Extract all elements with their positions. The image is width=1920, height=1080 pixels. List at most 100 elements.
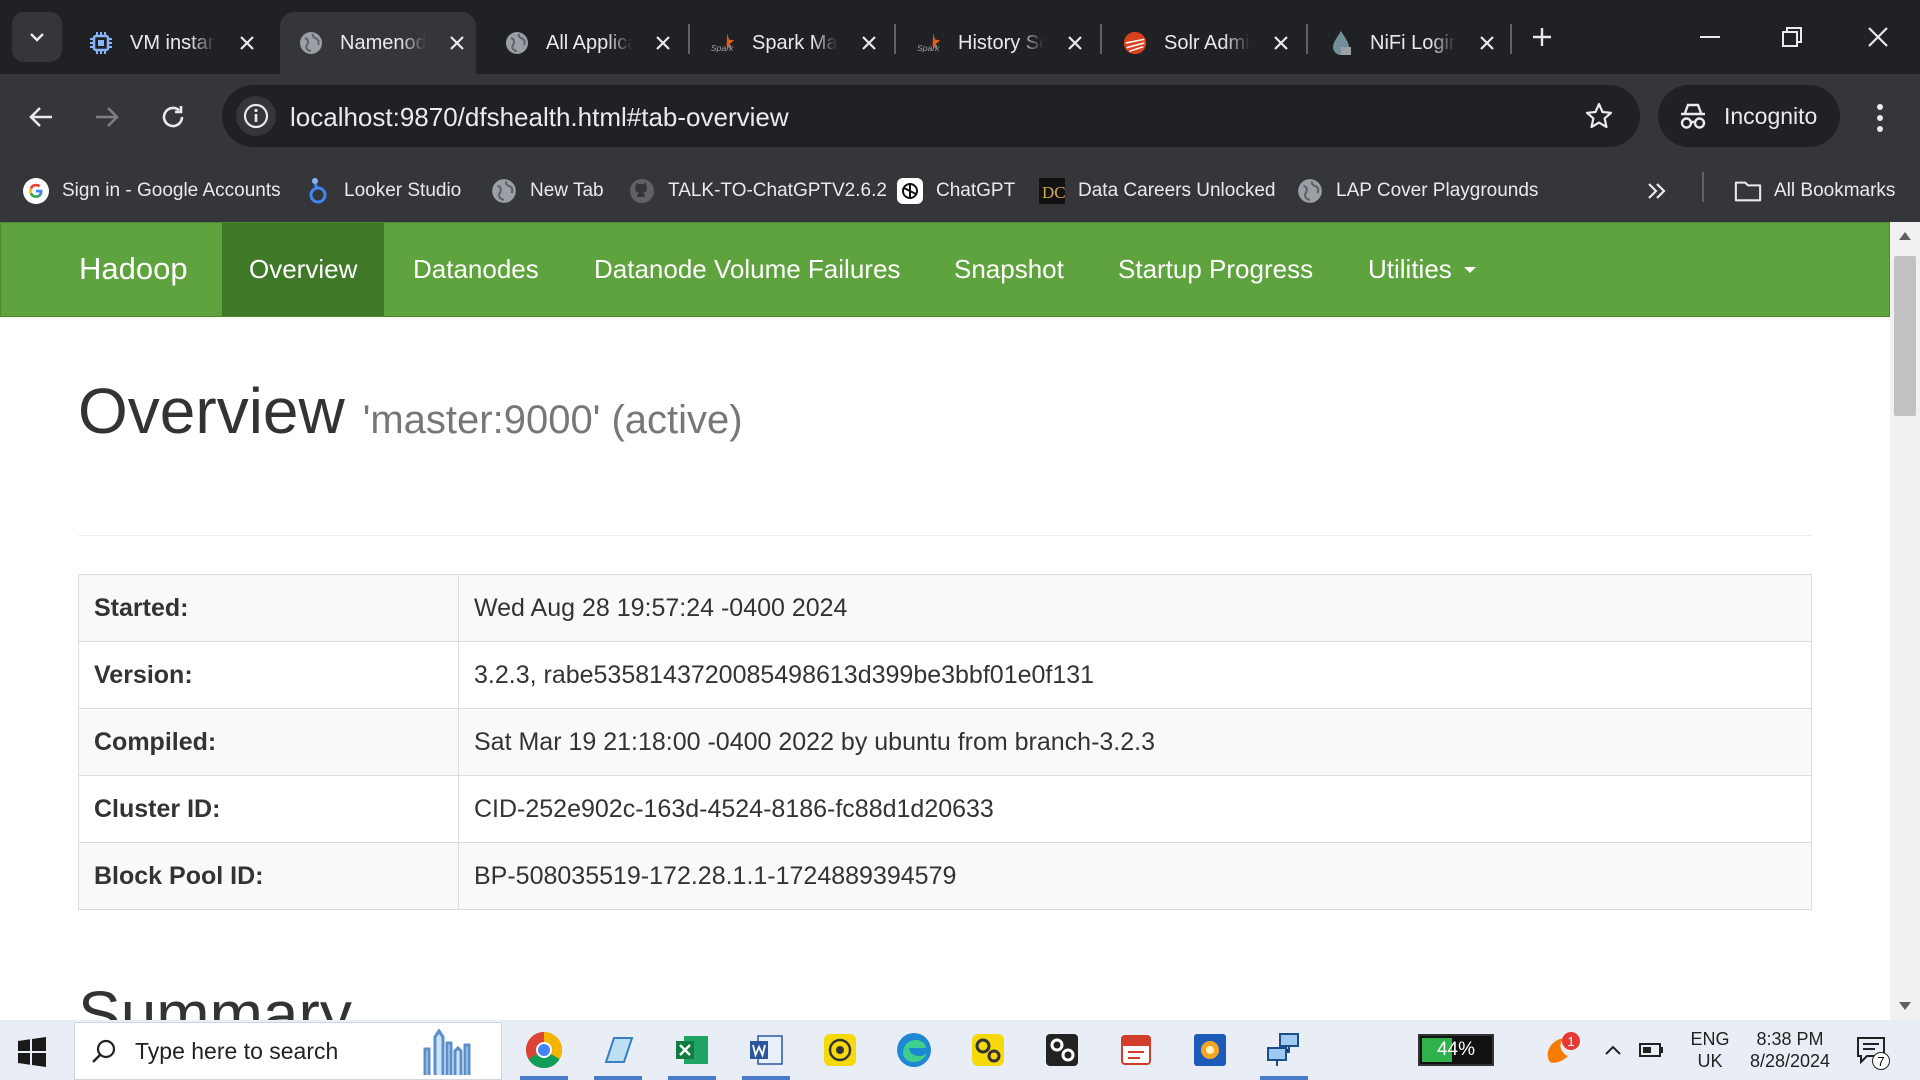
caret-down-icon [1463, 266, 1476, 273]
row-value: BP-508035519-172.28.1.1-1724889394579 [458, 842, 1812, 910]
show-hidden-icons-button[interactable] [1598, 1026, 1628, 1074]
power-status-button[interactable] [1632, 1026, 1672, 1074]
chrome-menu-button[interactable] [1862, 96, 1898, 140]
nav-tab-startup-progress[interactable]: Startup Progress [1091, 223, 1340, 316]
page-title: Overview 'master:9000' (active) [78, 374, 743, 448]
bookmark-item[interactable]: New Tab [490, 174, 604, 208]
incognito-indicator[interactable]: Incognito [1658, 85, 1840, 147]
search-placeholder: Type here to search [135, 1037, 339, 1064]
language-region: UK [1697, 1051, 1723, 1071]
table-row: Block Pool ID: BP-508035519-172.28.1.1-1… [78, 842, 1812, 910]
close-window-button[interactable] [1848, 14, 1908, 60]
looker-icon [304, 177, 332, 205]
bookmark-item[interactable]: TALK-TO-ChatGPTV2.6.2 [628, 174, 887, 208]
bookmark-item[interactable]: LAP Cover Playgrounds [1296, 174, 1538, 208]
language-indicator[interactable]: ENG UK [1684, 1028, 1736, 1072]
cpu-chip-icon [88, 30, 114, 56]
browser-tab[interactable]: Spark Spark Master [692, 12, 888, 74]
page-viewport: Hadoop Overview Datanodes Datanode Volum… [0, 222, 1890, 1020]
close-icon[interactable] [1268, 30, 1294, 56]
incognito-label: Incognito [1724, 102, 1818, 129]
browser-tab[interactable]: Solr Admin [1104, 12, 1300, 74]
browser-tab[interactable]: All Applications [486, 12, 682, 74]
svg-text:Spark: Spark [917, 43, 940, 53]
address-bar[interactable]: localhost:9870/dfshealth.html#tab-overvi… [222, 85, 1640, 147]
bookmark-item[interactable]: Looker Studio [304, 174, 461, 208]
tab-title: Solr Admin [1164, 31, 1250, 54]
start-button[interactable] [14, 1034, 50, 1070]
new-tab-button[interactable] [1514, 14, 1570, 60]
page-scrollbar[interactable] [1890, 222, 1920, 1020]
tab-search-button[interactable] [12, 12, 62, 62]
nav-tab-datanode-volume-failures[interactable]: Datanode Volume Failures [567, 223, 927, 316]
taskbar-app[interactable] [1530, 1026, 1590, 1074]
taskbar-remote-desktop[interactable] [1254, 1026, 1314, 1080]
clock[interactable]: 8:38 PM 8/28/2024 [1740, 1028, 1840, 1072]
action-center-button[interactable]: 7 [1844, 1026, 1900, 1074]
utilities-label: Utilities [1368, 254, 1452, 284]
browser-tab-active[interactable]: Namenode information [280, 12, 476, 74]
browser-tab[interactable]: NiFi Login [1310, 12, 1506, 74]
google-g-icon [22, 177, 50, 205]
settings-gears-icon [1046, 1034, 1078, 1066]
bookmark-item[interactable]: DC Data Careers Unlocked [1038, 174, 1275, 208]
taskbar-app[interactable] [1032, 1026, 1092, 1074]
taskbar-app[interactable] [1180, 1026, 1240, 1074]
tab-separator [1510, 24, 1512, 54]
nav-tab-snapshot[interactable]: Snapshot [927, 223, 1091, 316]
scroll-thumb[interactable] [1894, 256, 1916, 416]
scroll-up-button[interactable] [1890, 222, 1920, 250]
action-center-count: 7 [1872, 1052, 1890, 1070]
scroll-down-button[interactable] [1890, 992, 1920, 1020]
battery-icon [1639, 1043, 1663, 1057]
hadoop-brand-link[interactable]: Hadoop [79, 251, 188, 287]
city-skyline-icon [415, 1028, 485, 1080]
taskbar-edge[interactable] [884, 1026, 944, 1074]
taskbar-app[interactable] [1106, 1026, 1166, 1074]
bookmark-item[interactable]: Sign in - Google Accounts [22, 174, 281, 208]
tab-title: History Server [958, 31, 1044, 54]
close-icon[interactable] [856, 30, 882, 56]
double-chevron-right-icon [1648, 183, 1666, 199]
close-icon[interactable] [1474, 30, 1500, 56]
nav-tab-datanodes[interactable]: Datanodes [386, 223, 566, 316]
minimize-button[interactable] [1680, 14, 1740, 60]
back-button[interactable] [18, 94, 64, 140]
close-icon[interactable] [650, 30, 676, 56]
minimize-icon [1700, 36, 1720, 38]
bookmark-star-button[interactable] [1584, 101, 1614, 136]
taskbar-app[interactable] [958, 1026, 1018, 1074]
battery-indicator[interactable]: 44% [1418, 1034, 1494, 1066]
close-icon[interactable] [444, 30, 470, 56]
taskbar-excel[interactable] [662, 1026, 722, 1080]
hadoop-navbar: Hadoop Overview Datanodes Datanode Volum… [0, 222, 1890, 317]
taskbar-search-box[interactable]: Type here to search [74, 1022, 502, 1080]
browser-tab[interactable]: Spark History Server [898, 12, 1094, 74]
taskbar-app[interactable] [810, 1026, 870, 1074]
all-bookmarks-button[interactable]: All Bookmarks [1734, 174, 1895, 208]
nav-tab-utilities[interactable]: Utilities [1341, 223, 1503, 316]
restore-icon [1782, 27, 1802, 47]
row-label: Started: [78, 574, 459, 642]
taskbar-word[interactable] [736, 1026, 796, 1080]
triangle-up-icon [1899, 232, 1911, 240]
arrow-left-icon [29, 107, 52, 127]
site-info-button[interactable] [236, 96, 276, 136]
notepad-icon [604, 1037, 634, 1063]
browser-tab[interactable]: VM instances [70, 12, 266, 74]
overview-info-table: Started: Wed Aug 28 19:57:24 -0400 2024 … [78, 574, 1812, 910]
bookmarks-separator [1702, 172, 1704, 202]
url-text[interactable]: localhost:9870/dfshealth.html#tab-overvi… [290, 102, 789, 133]
bookmarks-overflow-button[interactable] [1646, 174, 1668, 208]
restore-button[interactable] [1762, 14, 1822, 60]
bookmark-item[interactable]: ChatGPT [896, 174, 1015, 208]
reload-button[interactable] [150, 94, 196, 140]
divider [78, 535, 1812, 536]
bookmark-label: New Tab [530, 180, 604, 201]
forward-button[interactable] [84, 94, 130, 140]
taskbar-chrome[interactable] [514, 1026, 574, 1080]
close-icon[interactable] [1062, 30, 1088, 56]
close-icon[interactable] [234, 30, 260, 56]
nav-tab-overview[interactable]: Overview [222, 223, 385, 316]
taskbar-app[interactable] [588, 1026, 648, 1080]
